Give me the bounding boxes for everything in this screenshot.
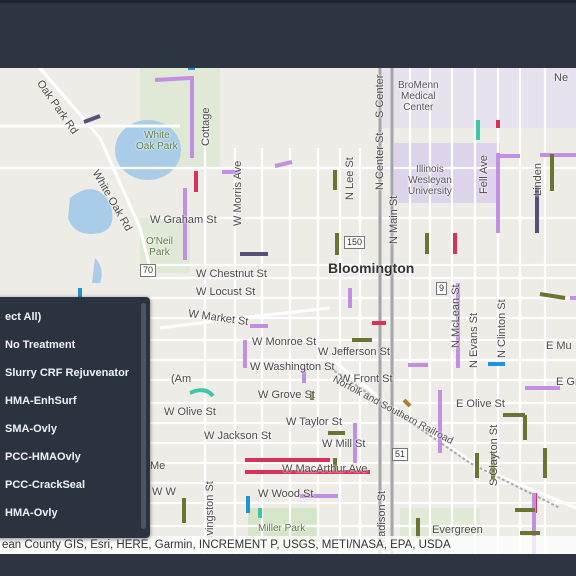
poi-label-iwu: Illinois Wesleyan University [408, 164, 452, 197]
street-fragment: E Mu [546, 340, 572, 352]
street-label: Fell Ave [478, 155, 490, 194]
street-label: E Olive St [456, 398, 505, 410]
park-label-miller: Miller Park [258, 523, 306, 534]
app-header-bar [0, 0, 576, 68]
legend-item-no-treatment[interactable]: No Treatment [5, 339, 75, 351]
street-label: W Olive St [164, 406, 216, 418]
park-label-white-oak: White Oak Park [136, 130, 178, 152]
place-label-evergreen: Evergreen [432, 524, 483, 536]
street-label: W Morris Ave [232, 160, 244, 226]
street-fragment: E Gr [556, 376, 576, 388]
street-label: W Chestnut St [196, 268, 267, 280]
legend-item-sma-ovly[interactable]: SMA-Ovly [5, 423, 57, 435]
street-label: W Grove St [258, 389, 315, 401]
map-attribution: ean County GIS, Esri, HERE, Garmin, INCR… [0, 536, 576, 554]
street-label: W Jefferson St [318, 346, 390, 358]
street-label: W Taylor St [286, 416, 343, 428]
street-fragment: Me [150, 460, 166, 472]
street-fragment: (Am [171, 373, 192, 385]
street-label: Linden [532, 162, 544, 196]
street-label: W Graham St [150, 214, 217, 226]
street-label: W Locust St [196, 286, 256, 298]
street-label: W Washington St [250, 361, 335, 373]
app-footer-bar [0, 554, 576, 576]
street-label: N Clinton St [496, 299, 508, 358]
street-fragment: W W [152, 486, 176, 498]
route-shield: 9 [436, 282, 448, 295]
street-label: W Wood St [258, 488, 314, 500]
street-label: N Evans St [468, 312, 480, 368]
legend-item-pcc-hmaovly[interactable]: PCC-HMAOvly [5, 451, 81, 463]
street-label: Cottage [200, 107, 212, 146]
street-label: S Clayton St [488, 424, 500, 486]
street-label: ivingston St [204, 481, 216, 538]
street-label: N Center St [374, 132, 386, 190]
legend-item-hma-enhsurf[interactable]: HMA-EnhSurf [5, 395, 77, 407]
street-label: S Center [374, 74, 386, 118]
street-label: N Lee St [344, 157, 356, 200]
legend-item-slurry-crf-rejuvenator[interactable]: Slurry CRF Rejuvenator [5, 367, 129, 379]
city-label: Bloomington [328, 260, 415, 276]
park-label-oneil: O'Neil Park [146, 236, 173, 258]
street-fragment: Ne [554, 72, 569, 84]
route-shield: 51 [392, 448, 409, 461]
legend-scrollbar[interactable] [141, 303, 146, 529]
poi-label-bromenn: BroMenn Medical Center [398, 80, 439, 113]
route-shield: 70 [140, 264, 157, 277]
street-label: W MacArthur Ave [282, 463, 368, 475]
street-label: N Main St [388, 195, 400, 244]
legend-select-all[interactable]: ect All) [5, 311, 41, 323]
legend-item-hma-ovly[interactable]: HMA-Ovly [5, 507, 58, 519]
legend-item-pcc-crackseal[interactable]: PCC-CrackSeal [5, 479, 85, 491]
segment-slurry [154, 76, 191, 82]
street-label: W Jackson St [204, 430, 272, 442]
street-label: N McLean St [450, 284, 462, 348]
street-label: W Monroe St [252, 336, 317, 348]
legend-filter-panel[interactable]: ect All) No Treatment Slurry CRF Rejuven… [0, 297, 150, 538]
street-label: W Mill St [322, 438, 366, 450]
route-shield: 150 [344, 236, 366, 249]
